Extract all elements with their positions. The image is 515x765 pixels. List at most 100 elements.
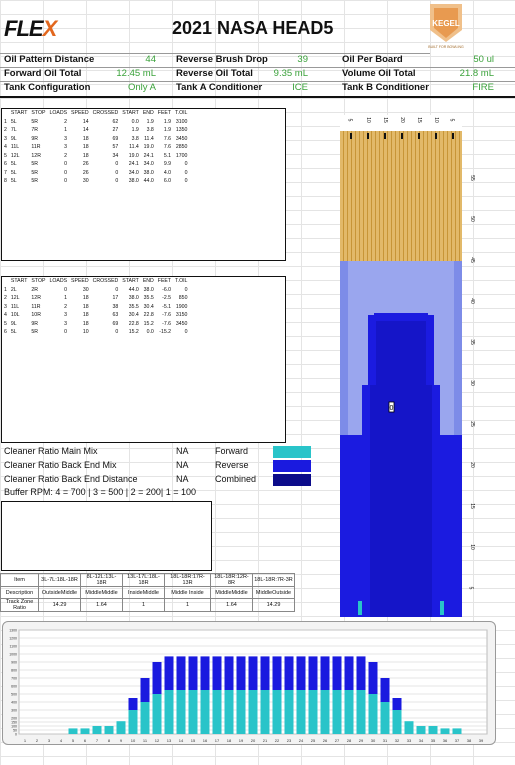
table-cell: 6 xyxy=(4,329,7,336)
table-cell: 30 xyxy=(82,178,89,185)
track-zone-table: Item 3L-7L:18L-18R 8L-12L:13L-18R 13L-17L:1… xyxy=(0,573,295,612)
table-cell: 0 xyxy=(64,286,68,293)
zone-ratio-cell: 14.29 xyxy=(252,598,295,612)
summary-value: 39 xyxy=(297,54,308,65)
legend-label: Combined xyxy=(215,474,257,484)
zone-ratio-row: Track Zone Ratio 14.29 1.64 1 1 1.64 14.29 xyxy=(0,598,295,612)
x-tick-label: 21 xyxy=(263,738,268,743)
zone-ratio-cell: 14.29 xyxy=(38,598,81,612)
table-cell: 5R xyxy=(31,118,39,125)
x-tick-label: 5 xyxy=(72,738,75,743)
table-cell: 22.8 xyxy=(143,312,154,319)
bar-forward xyxy=(140,702,150,734)
table-cell: 26 xyxy=(82,169,89,176)
column-header: START xyxy=(10,278,28,285)
table-cell: 9L xyxy=(10,135,17,142)
column-header: START xyxy=(122,110,139,117)
cleaner-label: Cleaner Ratio Main Mix xyxy=(4,446,98,456)
kegel-sub: BUILT FOR BOWLING xyxy=(428,45,464,49)
bar-forward xyxy=(344,690,354,734)
table-cell: 0 xyxy=(184,286,188,293)
table-cell: 3 xyxy=(64,144,68,151)
table-header-row: START STOP LOADS SPEED CROSSED START END FEET T.… xyxy=(2,277,189,286)
table-cell: 3450 xyxy=(175,320,188,327)
table-row: 3 11L 11R 2 18 38 35.5 30.4 -5.1 1900 xyxy=(2,303,189,312)
lane-distance-mark: 55 xyxy=(468,175,475,181)
table-cell: 18 xyxy=(82,312,89,319)
table-cell: 0 xyxy=(115,286,119,293)
bar-forward xyxy=(392,710,402,734)
y-tick-label: 1100 xyxy=(9,645,17,649)
x-tick-label: 20 xyxy=(251,738,256,743)
foul-line-mark-right xyxy=(440,601,444,615)
table-cell: 1.9 xyxy=(131,127,139,134)
x-tick-label: 23 xyxy=(287,738,292,743)
lane-distance-mark: 10 xyxy=(468,544,475,550)
table-cell: 3 xyxy=(64,312,68,319)
bar-reverse xyxy=(308,656,318,690)
bar-reverse xyxy=(176,656,186,690)
zone-column-header: 13L-17L:18L-18R xyxy=(122,573,165,587)
bar-reverse xyxy=(140,678,150,702)
column-header: FEET xyxy=(157,110,172,117)
table-cell: 15.2 xyxy=(128,329,139,336)
notes-box xyxy=(1,501,212,571)
bar-forward xyxy=(92,726,102,734)
reverse-steps-panel: START STOP LOADS SPEED CROSSED START END FEET T.… xyxy=(1,276,286,443)
table-cell: 26 xyxy=(82,161,89,168)
table-cell: 5 xyxy=(4,320,7,327)
bar-forward xyxy=(212,690,222,734)
table-cell: 4 xyxy=(4,312,7,319)
oil-volume-bar-chart: 0 50 100 150 200 300 400 500 600 700 800 900 1000 110… xyxy=(2,621,496,745)
x-tick-label: 12 xyxy=(155,738,160,743)
zone-column-header: 3L-7L:18L-18R xyxy=(38,573,81,587)
table-cell: 4.0 xyxy=(163,169,172,176)
bar-forward xyxy=(68,728,78,734)
bar-reverse xyxy=(200,656,210,690)
column-header: STOP xyxy=(31,110,46,117)
x-tick-label: 9 xyxy=(120,738,123,743)
summary-label: Tank A Conditioner xyxy=(176,82,263,93)
table-cell: 7.6 xyxy=(163,135,172,142)
column-header: END xyxy=(142,278,154,285)
x-tick-label: 10 xyxy=(131,738,136,743)
table-cell: 2R xyxy=(31,286,39,293)
bar-forward xyxy=(272,690,282,734)
bar-forward xyxy=(284,690,294,734)
table-row: 2 7L 7R 1 14 27 1.9 3.8 1.9 1350 xyxy=(2,126,189,135)
table-cell: 12L xyxy=(10,152,20,159)
x-tick-label: 17 xyxy=(215,738,220,743)
bar-forward xyxy=(128,710,138,734)
table-cell: 5R xyxy=(31,178,39,185)
bar-forward xyxy=(356,690,366,734)
combined-oil-area xyxy=(370,321,432,617)
y-tick-label: 300 xyxy=(11,709,17,713)
bar-reverse xyxy=(356,656,366,690)
table-cell: 30 xyxy=(82,286,89,293)
forward-swatch xyxy=(273,446,311,458)
table-cell: 1350 xyxy=(175,127,188,134)
table-cell: 34.0 xyxy=(143,161,154,168)
cleaner-back-mix-row: Cleaner Ratio Back End Mix NA Reverse xyxy=(4,460,314,474)
table-cell: 0 xyxy=(115,169,119,176)
table-cell: 22.8 xyxy=(128,320,139,327)
x-tick-label: 24 xyxy=(299,738,304,743)
x-tick-label: 30 xyxy=(371,738,376,743)
table-row: 1 2L 2R 0 30 0 44.0 38.0 -6.0 0 xyxy=(2,286,189,295)
forward-steps-panel: START STOP LOADS SPEED CROSSED START END FEET T.… xyxy=(1,108,286,261)
bar-reverse xyxy=(284,656,294,690)
x-tick-label: 15 xyxy=(191,738,196,743)
summary-label: Oil Per Board xyxy=(342,54,403,65)
zone-description-cell: Middle Inside xyxy=(164,586,211,599)
legend-label: Forward xyxy=(215,446,249,456)
table-row: 8 5L 5R 0 30 0 38.0 44.0 6.0 0 xyxy=(2,177,189,186)
table-cell: 24.1 xyxy=(128,161,139,168)
x-tick-label: 16 xyxy=(203,738,208,743)
table-cell: 3 xyxy=(64,135,68,142)
table-cell: 1.9 xyxy=(146,118,154,125)
summary-label: Reverse Brush Drop xyxy=(176,54,268,65)
table-cell: 11.4 xyxy=(144,135,154,142)
lane-distance-mark: 30 xyxy=(468,380,475,386)
bar-reverse xyxy=(164,656,174,690)
column-header: START xyxy=(10,110,28,117)
